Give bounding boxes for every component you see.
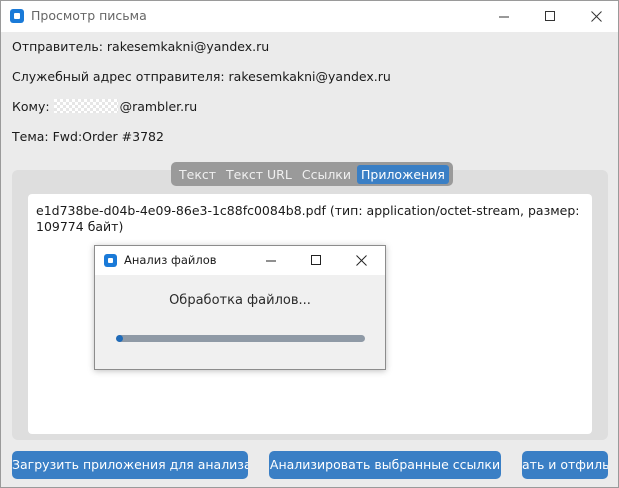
minimize-button[interactable] bbox=[481, 1, 527, 32]
sender-field: Отправитель: rakesemkakni@yandex.ru bbox=[12, 39, 270, 54]
maximize-icon bbox=[310, 255, 321, 265]
filter-button[interactable]: ать и отфиль bbox=[522, 451, 608, 479]
subject-field: Тема: Fwd:Order #3782 bbox=[12, 129, 164, 144]
maximize-icon bbox=[544, 11, 555, 21]
close-icon bbox=[590, 11, 602, 22]
maximize-button[interactable] bbox=[527, 1, 573, 32]
window-title: Просмотр письма bbox=[31, 8, 147, 23]
tab-links[interactable]: Ссылки bbox=[298, 165, 355, 184]
dialog-maximize-button[interactable] bbox=[294, 246, 338, 275]
close-button[interactable] bbox=[573, 1, 619, 32]
close-icon bbox=[355, 255, 367, 266]
progress-bar bbox=[116, 335, 365, 342]
dialog-title: Анализ файлов bbox=[124, 253, 217, 267]
dialog-title-bar[interactable]: Анализ файлов bbox=[95, 246, 385, 275]
tab-text-url[interactable]: Текст URL bbox=[222, 165, 296, 184]
upload-attachments-button[interactable]: Загрузить приложения для анализа bbox=[12, 451, 248, 479]
dialog-app-icon bbox=[104, 254, 117, 267]
file-analysis-dialog: Анализ файлов Обработка файлов... bbox=[94, 245, 386, 370]
redacted-mask bbox=[53, 99, 118, 113]
attachment-item[interactable]: e1d738be-d04b-4e09-86e3-1c88fc0084b8.pdf… bbox=[36, 203, 584, 235]
title-bar[interactable]: Просмотр письма bbox=[1, 1, 618, 32]
service-sender-field: Служебный адрес отправителя: rakesemkakn… bbox=[12, 69, 391, 84]
app-icon bbox=[10, 9, 24, 23]
recipient-domain: @rambler.ru bbox=[119, 99, 198, 114]
analyze-links-button[interactable]: Анализировать выбранные ссылки bbox=[269, 451, 501, 479]
dialog-message: Обработка файлов... bbox=[169, 293, 311, 308]
tab-text[interactable]: Текст bbox=[175, 165, 220, 184]
progress-fill bbox=[116, 335, 124, 342]
main-window: Просмотр письма Отправитель: rakesemkakn… bbox=[0, 0, 619, 488]
minimize-icon bbox=[498, 16, 509, 18]
tab-bar: Текст Текст URL Ссылки Приложения bbox=[171, 162, 453, 186]
dialog-close-button[interactable] bbox=[339, 246, 383, 275]
dialog-minimize-button[interactable] bbox=[249, 246, 293, 275]
tab-attachments[interactable]: Приложения bbox=[356, 164, 449, 184]
recipient-label: Кому: bbox=[12, 99, 50, 114]
minimize-icon bbox=[265, 260, 276, 262]
recipient-field: Кому: @rambler.ru bbox=[12, 99, 197, 114]
